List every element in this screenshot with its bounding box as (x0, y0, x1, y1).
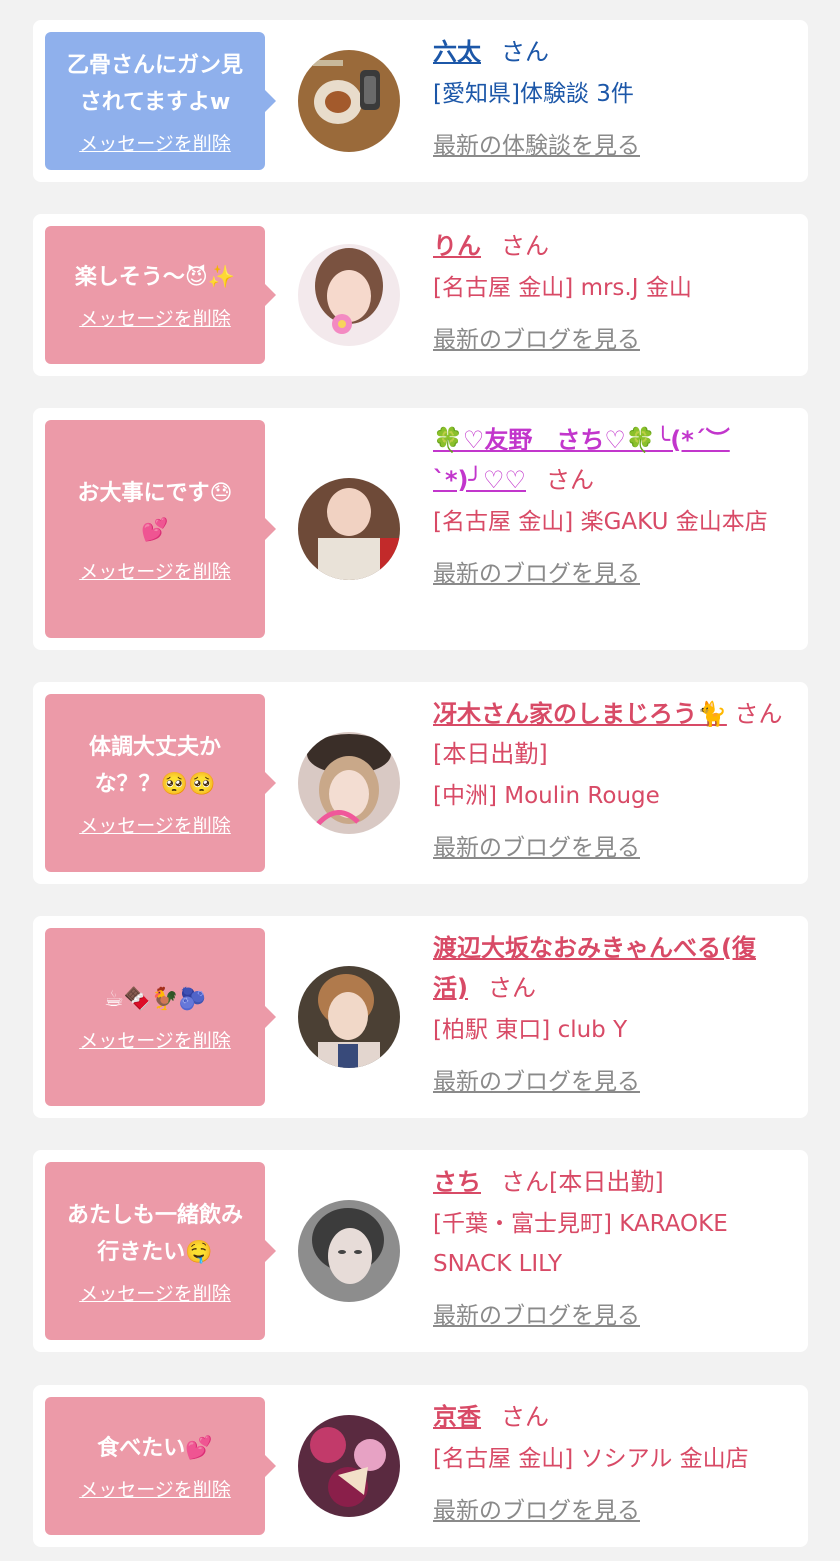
message-text: 乙骨さんにガン見 されてますよw (66, 52, 243, 115)
delete-message-link[interactable]: メッセージを削除 (79, 1026, 231, 1053)
latest-post-link[interactable]: 最新のブログを見る (433, 1296, 640, 1330)
delete-message-link[interactable]: メッセージを削除 (79, 129, 231, 156)
shop-info: [名古屋 金山] 楽GAKU 金山本店 (433, 509, 768, 535)
shop-info: [千葉・富士見町] KARAOKE SNACK LILY (433, 1211, 728, 1277)
message-bubble: 体調大丈夫か な？？🥺🥺 メッセージを削除 (45, 694, 276, 872)
avatar[interactable] (298, 966, 400, 1068)
message-bubble: 楽しそう〜😈✨ メッセージを削除 (45, 226, 276, 364)
user-info: 六太 さん [愛知県]体験談 3件 最新の体験談を見る (433, 32, 790, 160)
latest-post-link[interactable]: 最新のブログを見る (433, 554, 640, 588)
message-text: 体調大丈夫か な？？🥺🥺 (88, 734, 221, 797)
latest-post-link[interactable]: 最新のブログを見る (433, 320, 640, 354)
message-text: 食べたい💕 (97, 1436, 213, 1461)
message-bubble: 食べたい💕 メッセージを削除 (45, 1397, 276, 1535)
user-name-link[interactable]: 冴木さん家のしまじろう🐈 (433, 700, 727, 728)
message-card: お大事にです😓 💕 メッセージを削除 🍀♡友野 さち♡🍀╰(*´︶`*)╯♡♡ さ… (33, 408, 808, 650)
user-info: 冴木さん家のしまじろう🐈 さん[本日出勤] [中洲] Moulin Rouge … (433, 694, 790, 862)
avatar[interactable] (298, 50, 400, 152)
honorific: さん[本日出勤] (501, 1168, 664, 1196)
shop-info: [中洲] Moulin Rouge (433, 783, 660, 809)
shop-info: [名古屋 金山] mrs.J 金山 (433, 275, 692, 301)
latest-post-link[interactable]: 最新のブログを見る (433, 1491, 640, 1525)
honorific: さん (501, 1403, 549, 1431)
message-card: 楽しそう〜😈✨ メッセージを削除 りん さん [名古屋 金山] mrs.J 金山 … (33, 214, 808, 376)
avatar[interactable] (298, 732, 400, 834)
message-bubble: お大事にです😓 💕 メッセージを削除 (45, 420, 276, 638)
message-card: 体調大丈夫か な？？🥺🥺 メッセージを削除 冴木さん家のしまじろう🐈 さん[本日… (33, 682, 808, 884)
message-card: 乙骨さんにガン見 されてますよw メッセージを削除 六太 さん [愛知県]体験談 … (33, 20, 808, 182)
user-name-link[interactable]: さち (433, 1168, 481, 1196)
user-info: 京香 さん [名古屋 金山] ソシアル 金山店 最新のブログを見る (433, 1397, 790, 1525)
user-info: さち さん[本日出勤] [千葉・富士見町] KARAOKE SNACK LILY … (433, 1162, 790, 1330)
honorific: さん (487, 974, 536, 1002)
shop-info: [柏駅 東口] club Y (433, 1017, 628, 1043)
message-bubble: あたしも一緒飲み 行きたい🤤 メッセージを削除 (45, 1162, 276, 1340)
message-text: ☕🍫🐓🫐 (104, 987, 206, 1012)
delete-message-link[interactable]: メッセージを削除 (79, 1475, 231, 1502)
user-info: 🍀♡友野 さち♡🍀╰(*´︶`*)╯♡♡ さん [名古屋 金山] 楽GAKU 金山… (433, 420, 790, 588)
latest-post-link[interactable]: 最新のブログを見る (433, 828, 640, 862)
avatar[interactable] (298, 1200, 400, 1302)
user-info: 渡辺大坂なおみきゃんべる(復活) さん [柏駅 東口] club Y 最新のブログ… (433, 928, 790, 1096)
delete-message-link[interactable]: メッセージを削除 (79, 1279, 231, 1306)
delete-message-link[interactable]: メッセージを削除 (79, 304, 231, 331)
delete-message-link[interactable]: メッセージを削除 (79, 557, 231, 584)
user-info: りん さん [名古屋 金山] mrs.J 金山 最新のブログを見る (433, 226, 790, 354)
latest-post-link[interactable]: 最新の体験談を見る (433, 126, 640, 160)
avatar[interactable] (298, 244, 400, 346)
honorific: さん (501, 38, 549, 66)
user-name-link[interactable]: 京香 (433, 1403, 481, 1431)
message-text: お大事にです😓 💕 (77, 480, 233, 543)
message-bubble: ☕🍫🐓🫐 メッセージを削除 (45, 928, 276, 1106)
user-name-link[interactable]: りん (433, 232, 481, 260)
user-name-link[interactable]: 六太 (433, 38, 481, 66)
shop-info: [名古屋 金山] ソシアル 金山店 (433, 1446, 749, 1472)
message-card: あたしも一緒飲み 行きたい🤤 メッセージを削除 さち さん[本日出勤] [千葉・富… (33, 1150, 808, 1352)
message-text: 楽しそう〜😈✨ (74, 265, 236, 290)
avatar[interactable] (298, 1415, 400, 1517)
message-list: 乙骨さんにガン見 されてますよw メッセージを削除 六太 さん [愛知県]体験談 … (0, 0, 840, 1561)
honorific: さん (546, 466, 594, 494)
delete-message-link[interactable]: メッセージを削除 (79, 811, 231, 838)
shop-info: [愛知県]体験談 3件 (433, 81, 634, 107)
message-card: ☕🍫🐓🫐 メッセージを削除 渡辺大坂なおみきゃんべる(復活) さん [柏駅 東口]… (33, 916, 808, 1118)
user-name-link[interactable]: 渡辺大坂なおみきゃんべる(復活) (433, 934, 756, 1002)
message-text: あたしも一緒飲み 行きたい🤤 (66, 1202, 243, 1265)
honorific: さん (501, 232, 549, 260)
latest-post-link[interactable]: 最新のブログを見る (433, 1062, 640, 1096)
message-bubble: 乙骨さんにガン見 されてますよw メッセージを削除 (45, 32, 276, 170)
message-card: 食べたい💕 メッセージを削除 京香 さん [名古屋 金山] ソシアル 金山店 最新… (33, 1385, 808, 1547)
avatar[interactable] (298, 478, 400, 580)
